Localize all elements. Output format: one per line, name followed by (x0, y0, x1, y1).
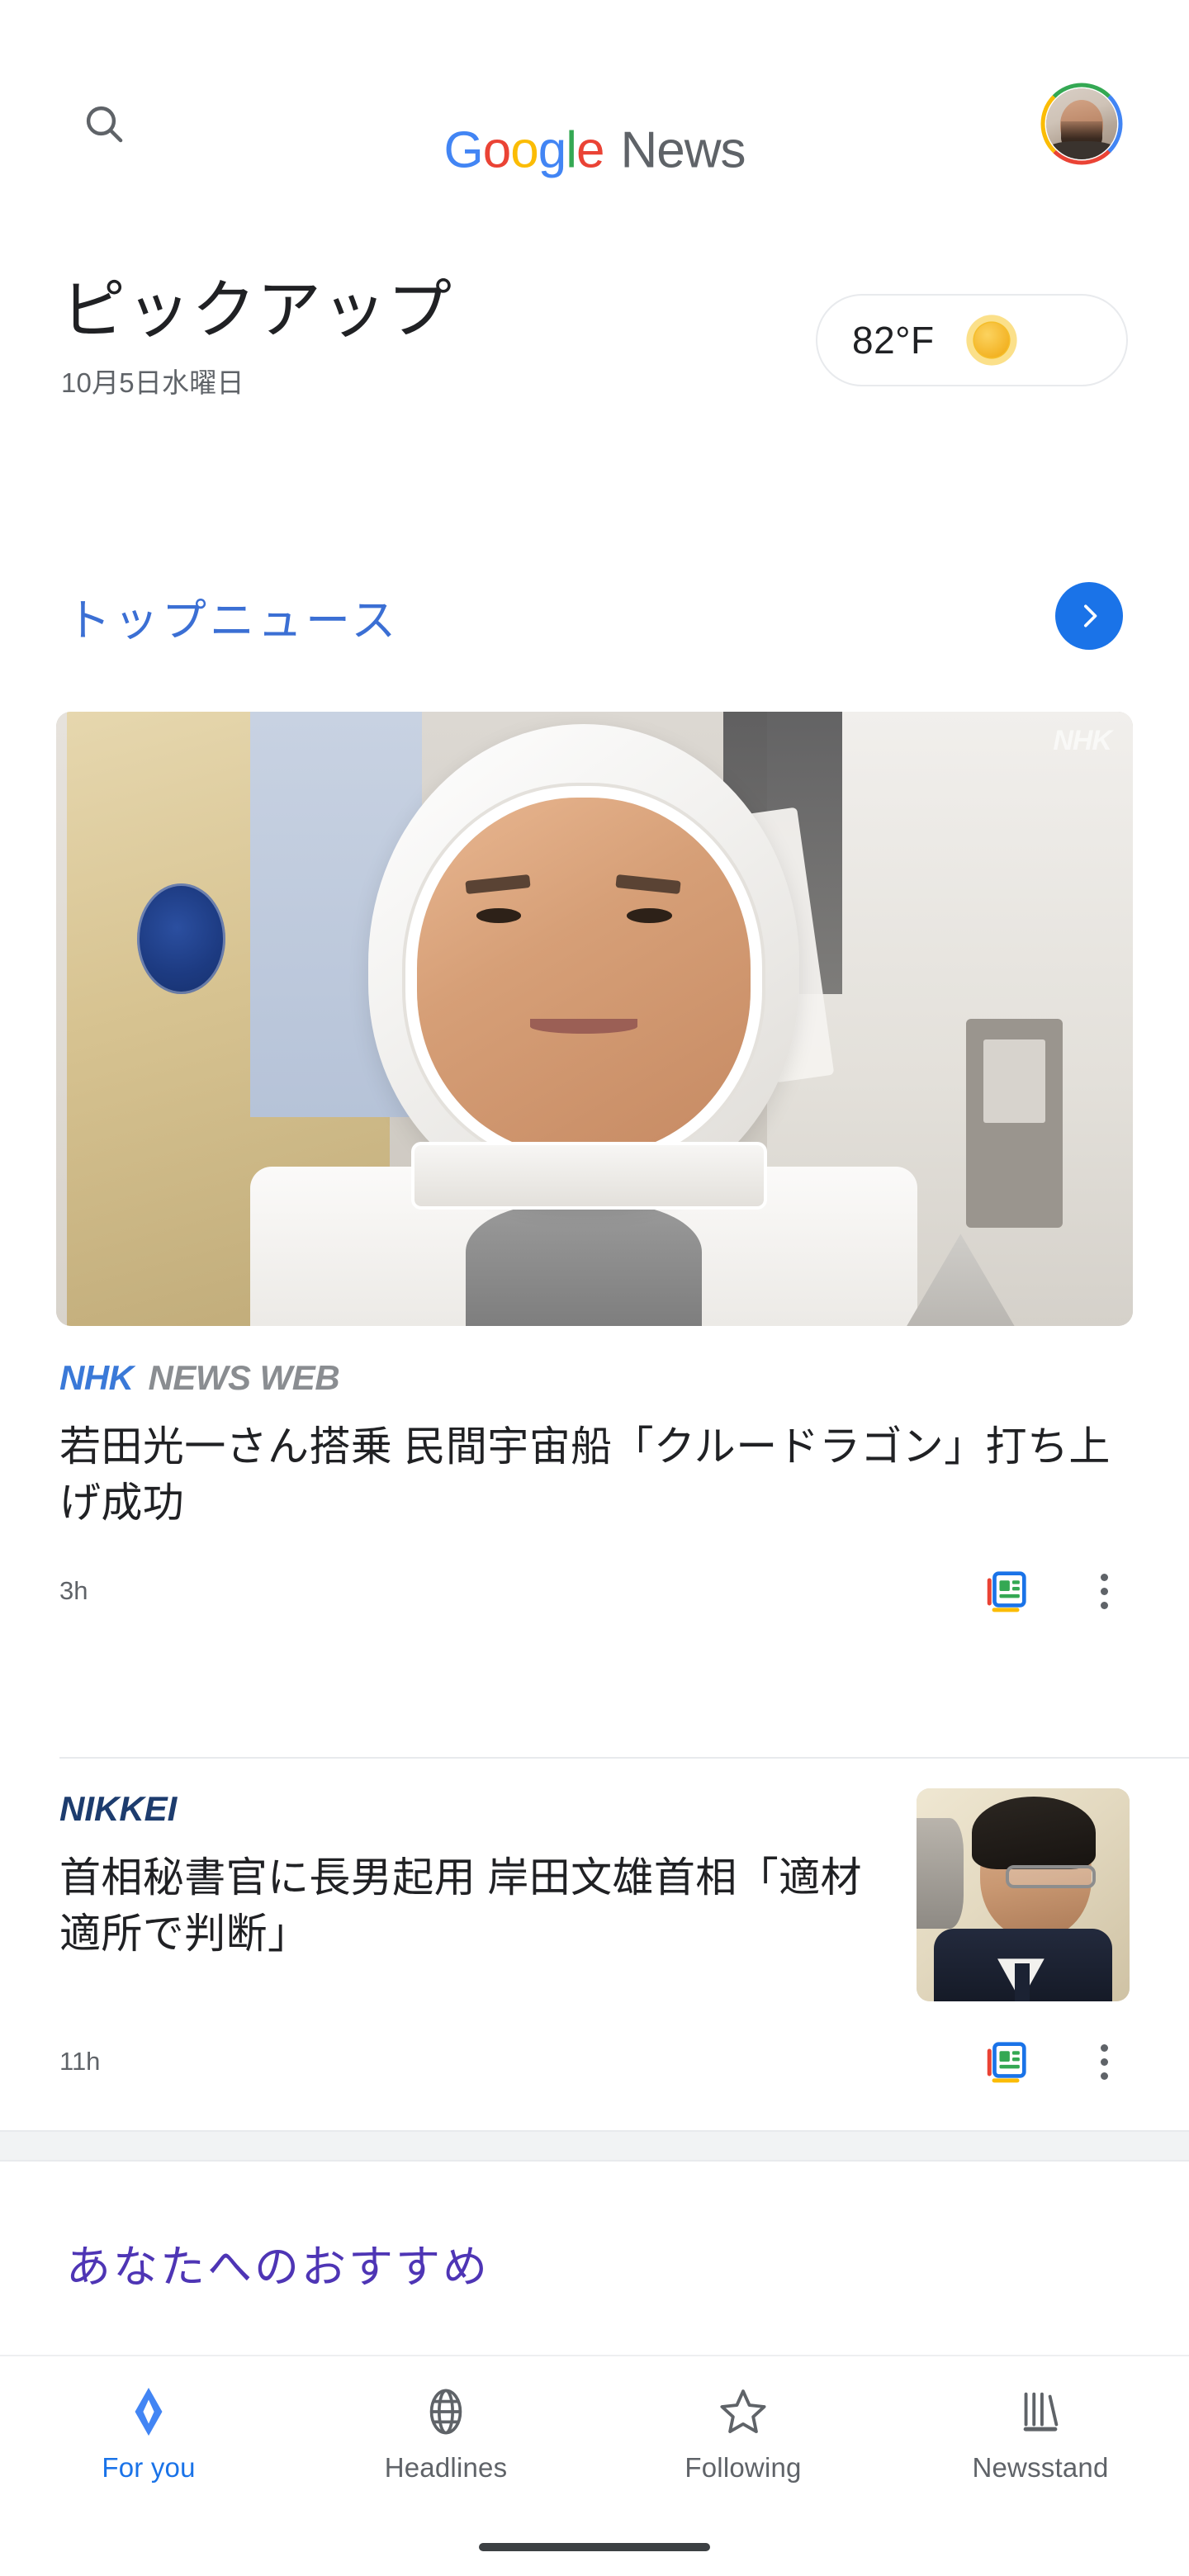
article-meta-row: 3h (59, 1556, 1130, 1627)
nav-label-newsstand: Newsstand (972, 2452, 1109, 2483)
source-logo-secondary: NEWS WEB (148, 1358, 340, 1397)
logo-letter-g2: g (538, 121, 566, 179)
article-text-block: NIKKEI 首相秘書官に長男起用 岸田文雄首相「適材適所で判断」 (59, 1757, 883, 2001)
section-title-top-news: トップニュース (66, 595, 400, 646)
top-news-more-button[interactable] (1055, 582, 1123, 650)
hero-article-card[interactable]: NHK NHK NEWS WEB 若田光一さん搭乗 民間宇宙船「クルードラゴン」… (0, 712, 1189, 1627)
gesture-home-bar[interactable] (479, 2543, 710, 2551)
full-coverage-icon[interactable] (981, 2036, 1032, 2087)
logo-letter-o2: o (510, 121, 538, 179)
google-news-screen: G o o g l e News ピックアップ 10月5日水曜日 82°F トッ… (0, 0, 1189, 2576)
avatar[interactable] (1039, 81, 1125, 167)
page-date: 10月5日水曜日 (61, 367, 244, 398)
article-nikkei: NIKKEI 首相秘書官に長男起用 岸田文雄首相「適材適所で判断」 11h (0, 1757, 1189, 2097)
nav-label-headlines: Headlines (384, 2452, 508, 2483)
logo-letter-g1: G (443, 121, 484, 179)
weather-temperature: 82°F (852, 319, 935, 362)
bottom-navigation: For you Headlines Following Newsstand (0, 2355, 1189, 2576)
sparkle-diamond-icon (123, 2386, 174, 2437)
logo-letter-l: l (566, 121, 577, 179)
page-title: ピックアップ (61, 273, 453, 346)
weather-chip[interactable]: 82°F (816, 294, 1128, 386)
chevron-right-icon (1073, 599, 1106, 632)
article-source-nhk[interactable]: NHK NEWS WEB (59, 1354, 1130, 1402)
article-headline[interactable]: 若田光一さん搭乗 民間宇宙船「クルードラゴン」打ち上げ成功 (59, 1418, 1130, 1531)
page-header: ピックアップ 10月5日水曜日 82°F (0, 263, 1189, 461)
section-separator-band (0, 2130, 1189, 2162)
search-button[interactable] (64, 84, 144, 163)
nav-item-following[interactable]: Following (594, 2386, 892, 2484)
section-header-recommended: あなたへのおすすめ (0, 2213, 1189, 2312)
sun-icon (963, 311, 1021, 369)
search-icon (81, 101, 127, 147)
section-header-top-news: トップニュース (0, 566, 1189, 665)
more-options-icon[interactable] (1078, 1565, 1130, 1617)
article-timestamp: 3h (59, 1576, 88, 1605)
nav-item-headlines[interactable]: Headlines (297, 2386, 594, 2484)
article-actions (981, 1565, 1130, 1617)
star-icon (718, 2386, 769, 2437)
logo-news-word: News (620, 121, 746, 179)
logo-letter-e: e (576, 121, 604, 179)
nav-label-following: Following (685, 2452, 802, 2483)
nav-item-newsstand[interactable]: Newsstand (892, 2386, 1189, 2484)
article-timestamp: 11h (59, 2047, 101, 2076)
article-meta-row: 11h (59, 2026, 1130, 2097)
nav-item-for-you[interactable]: For you (0, 2386, 297, 2484)
full-coverage-icon[interactable] (981, 1565, 1032, 1617)
hero-image[interactable]: NHK (56, 712, 1133, 1326)
google-news-logo: G o o g l e News (444, 121, 746, 180)
article-source-nikkei[interactable]: NIKKEI (59, 1785, 883, 1833)
app-bar: G o o g l e News (0, 0, 1189, 248)
image-watermark: NHK (1053, 725, 1112, 756)
article-actions (981, 2036, 1130, 2087)
section-title-recommended: あなたへのおすすめ (66, 2242, 490, 2292)
newsstand-icon (1015, 2386, 1066, 2437)
more-options-icon[interactable] (1078, 2036, 1130, 2087)
article-thumbnail[interactable] (917, 1788, 1130, 2001)
logo-letter-o1: o (482, 121, 511, 179)
source-logo-primary: NIKKEI (59, 1789, 178, 1828)
source-logo-primary: NHK (59, 1358, 134, 1397)
article-nhk: NHK NEWS WEB 若田光一さん搭乗 民間宇宙船「クルードラゴン」打ち上げ… (0, 1354, 1189, 1627)
nav-label-for-you: For you (102, 2452, 196, 2483)
globe-icon (420, 2386, 471, 2437)
avatar-photo (1046, 88, 1117, 159)
article-headline[interactable]: 首相秘書官に長男起用 岸田文雄首相「適材適所で判断」 (59, 1849, 883, 1962)
title-block: ピックアップ 10月5日水曜日 (61, 263, 452, 400)
